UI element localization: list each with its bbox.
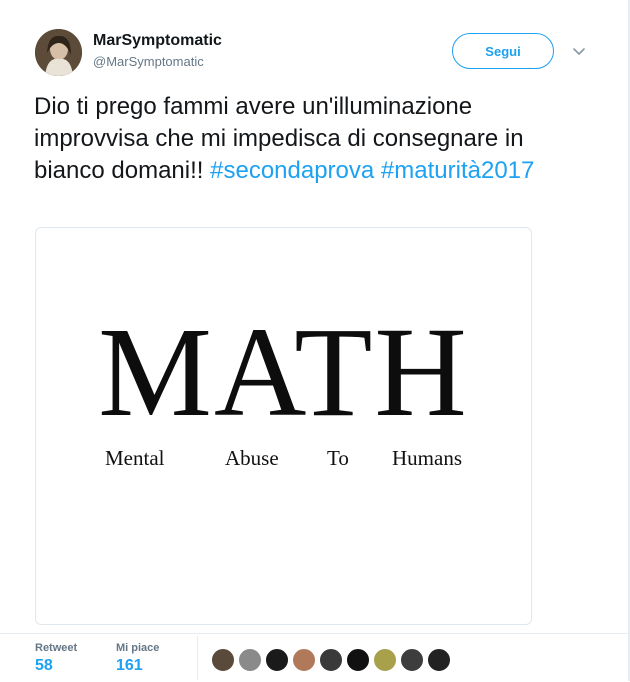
liker-avatar-1[interactable] <box>211 648 235 672</box>
liker-avatar-4[interactable] <box>292 648 316 672</box>
screen-name[interactable]: @MarSymptomatic <box>93 54 204 69</box>
tweet-media-image[interactable]: MATH Mental Abuse To Humans <box>35 227 532 625</box>
meme-word: Mental <box>105 446 165 470</box>
tweet-stats: Retweet 58 Mi piace 161 <box>0 633 630 682</box>
retweet-count[interactable]: 58 <box>35 657 53 675</box>
meme-word: Humans <box>392 446 462 470</box>
liker-avatar-5[interactable] <box>319 648 343 672</box>
retweet-label[interactable]: Retweet <box>35 642 77 654</box>
hashtag-link[interactable]: #maturità2017 <box>381 157 534 184</box>
liker-avatar-3[interactable] <box>265 648 289 672</box>
user-avatar[interactable] <box>35 29 82 76</box>
liker-avatar-8[interactable] <box>400 648 424 672</box>
tweet-card: MarSymptomatic @MarSymptomatic Segui Dio… <box>0 0 630 681</box>
liker-avatar-2[interactable] <box>238 648 262 672</box>
chevron-down-icon[interactable] <box>570 42 588 60</box>
display-name[interactable]: MarSymptomatic <box>93 32 222 50</box>
meme-word: To <box>327 446 349 470</box>
like-label[interactable]: Mi piace <box>116 642 159 654</box>
avatar-image <box>35 29 82 76</box>
stats-divider <box>197 636 198 680</box>
meme-word: Abuse <box>225 446 279 470</box>
like-count[interactable]: 161 <box>116 657 143 675</box>
follow-button[interactable]: Segui <box>452 33 554 69</box>
meme-title: MATH <box>98 301 469 443</box>
liker-avatar-9[interactable] <box>427 648 451 672</box>
liker-avatar-7[interactable] <box>373 648 397 672</box>
hashtag-link[interactable]: #secondaprova <box>210 157 374 184</box>
liker-avatar-6[interactable] <box>346 648 370 672</box>
tweet-text: Dio ti prego fammi avere un'illuminazion… <box>34 91 574 187</box>
liker-avatars <box>211 648 454 672</box>
